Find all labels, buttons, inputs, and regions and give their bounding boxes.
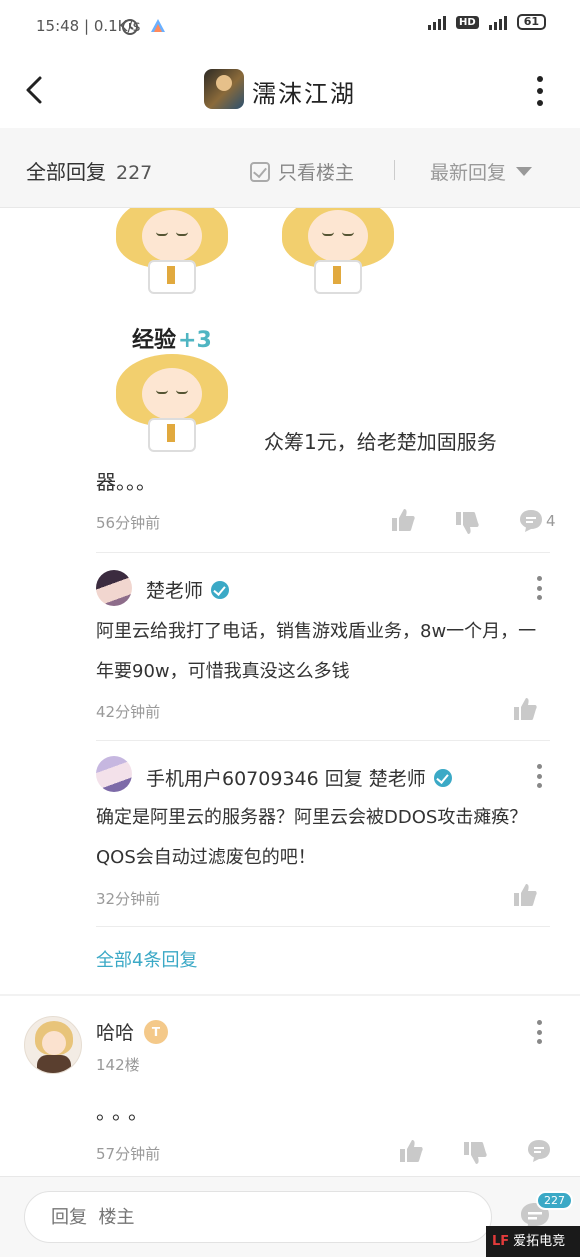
view-all-replies-link[interactable]: 全部4条回复 <box>96 946 197 972</box>
post-body-text: 众筹1元，给老楚加固服务器。。。 <box>96 430 497 494</box>
reply-author[interactable]: 手机用户60709346 回复 楚老师 <box>146 764 452 791</box>
title-bar: 濡沫江湖 <box>0 52 580 128</box>
thumbs-up-icon[interactable] <box>512 882 538 908</box>
exp-sticker-label: 经验+3 <box>132 328 212 353</box>
only-op-label: 只看楼主 <box>278 162 355 184</box>
back-arrow-icon[interactable] <box>20 72 52 108</box>
reply-author[interactable]: 楚老师 <box>146 576 230 603</box>
sticker-image <box>112 208 232 298</box>
app-notification-icon <box>151 19 165 32</box>
reply-filter-bar: 全部回复 227 只看楼主 最新回复 <box>0 128 580 208</box>
comment-count: 4 <box>546 512 556 530</box>
level-badge: T <box>144 1019 169 1044</box>
divider <box>96 552 550 553</box>
status-bar: 15:48 | 0.1K/s HD 61 <box>0 0 580 52</box>
section-divider <box>0 994 580 996</box>
sticker-image <box>278 208 398 298</box>
reply-time: 42分钟前 <box>96 703 161 721</box>
reply-count: 227 <box>116 162 153 184</box>
avatar[interactable] <box>24 1016 82 1074</box>
thumbs-down-icon[interactable] <box>454 510 480 536</box>
game-logo[interactable] <box>204 69 244 109</box>
avatar[interactable] <box>96 756 132 792</box>
reply-input[interactable] <box>24 1191 492 1243</box>
more-options-icon[interactable] <box>536 76 544 106</box>
verified-icon <box>433 768 452 787</box>
divider <box>394 160 395 180</box>
all-replies-heading: 全部回复 227 <box>26 160 153 184</box>
avatar[interactable] <box>96 570 132 606</box>
signal-icon <box>428 14 447 30</box>
thumbs-up-icon[interactable] <box>390 507 416 533</box>
verified-icon <box>211 580 230 599</box>
floor-number: 142楼 <box>96 1056 140 1074</box>
checkbox-icon[interactable] <box>250 161 270 182</box>
comment-icon[interactable] <box>526 1138 552 1164</box>
sort-label: 最新回复 <box>430 162 507 184</box>
thumbs-up-icon[interactable] <box>398 1138 424 1164</box>
more-options-icon[interactable] <box>536 1020 542 1044</box>
divider <box>96 740 550 741</box>
more-options-icon[interactable] <box>536 576 542 600</box>
status-indicators: HD 61 <box>428 14 546 30</box>
only-op-toggle[interactable]: 只看楼主 <box>250 158 354 185</box>
reply-time: 32分钟前 <box>96 890 161 908</box>
reply-text: 确定是阿里云的服务器？阿里云会被DDOS攻击瘫痪？QOS会自动过滤废包的吧！ <box>96 807 528 868</box>
comment-icon[interactable] <box>518 508 544 534</box>
sort-dropdown[interactable]: 最新回复 <box>430 158 533 185</box>
reply-text: 阿里云给我打了电话，销售游戏盾业务，8w一个月，一年要90w，可惜我真没这么多钱 <box>96 621 537 682</box>
more-options-icon[interactable] <box>536 764 542 788</box>
post-time: 56分钟前 <box>96 514 161 532</box>
alarm-icon <box>122 19 138 35</box>
thumbs-down-icon[interactable] <box>462 1140 488 1166</box>
post-author[interactable]: 哈哈 T <box>96 1018 169 1045</box>
thumbs-up-icon[interactable] <box>512 696 538 722</box>
watermark-logo: LF 爱拓电竞 <box>486 1226 580 1257</box>
hd-badge: HD <box>456 15 479 29</box>
divider <box>96 926 550 927</box>
post-time: 57分钟前 <box>96 1145 161 1163</box>
post-body-text: 。。。 <box>96 1100 154 1124</box>
page-title: 濡沫江湖 <box>252 80 356 108</box>
battery-icon: 61 <box>516 14 546 30</box>
comment-count-badge: 227 <box>536 1191 573 1210</box>
dropdown-arrow-icon <box>516 167 533 176</box>
signal-icon <box>488 14 507 30</box>
